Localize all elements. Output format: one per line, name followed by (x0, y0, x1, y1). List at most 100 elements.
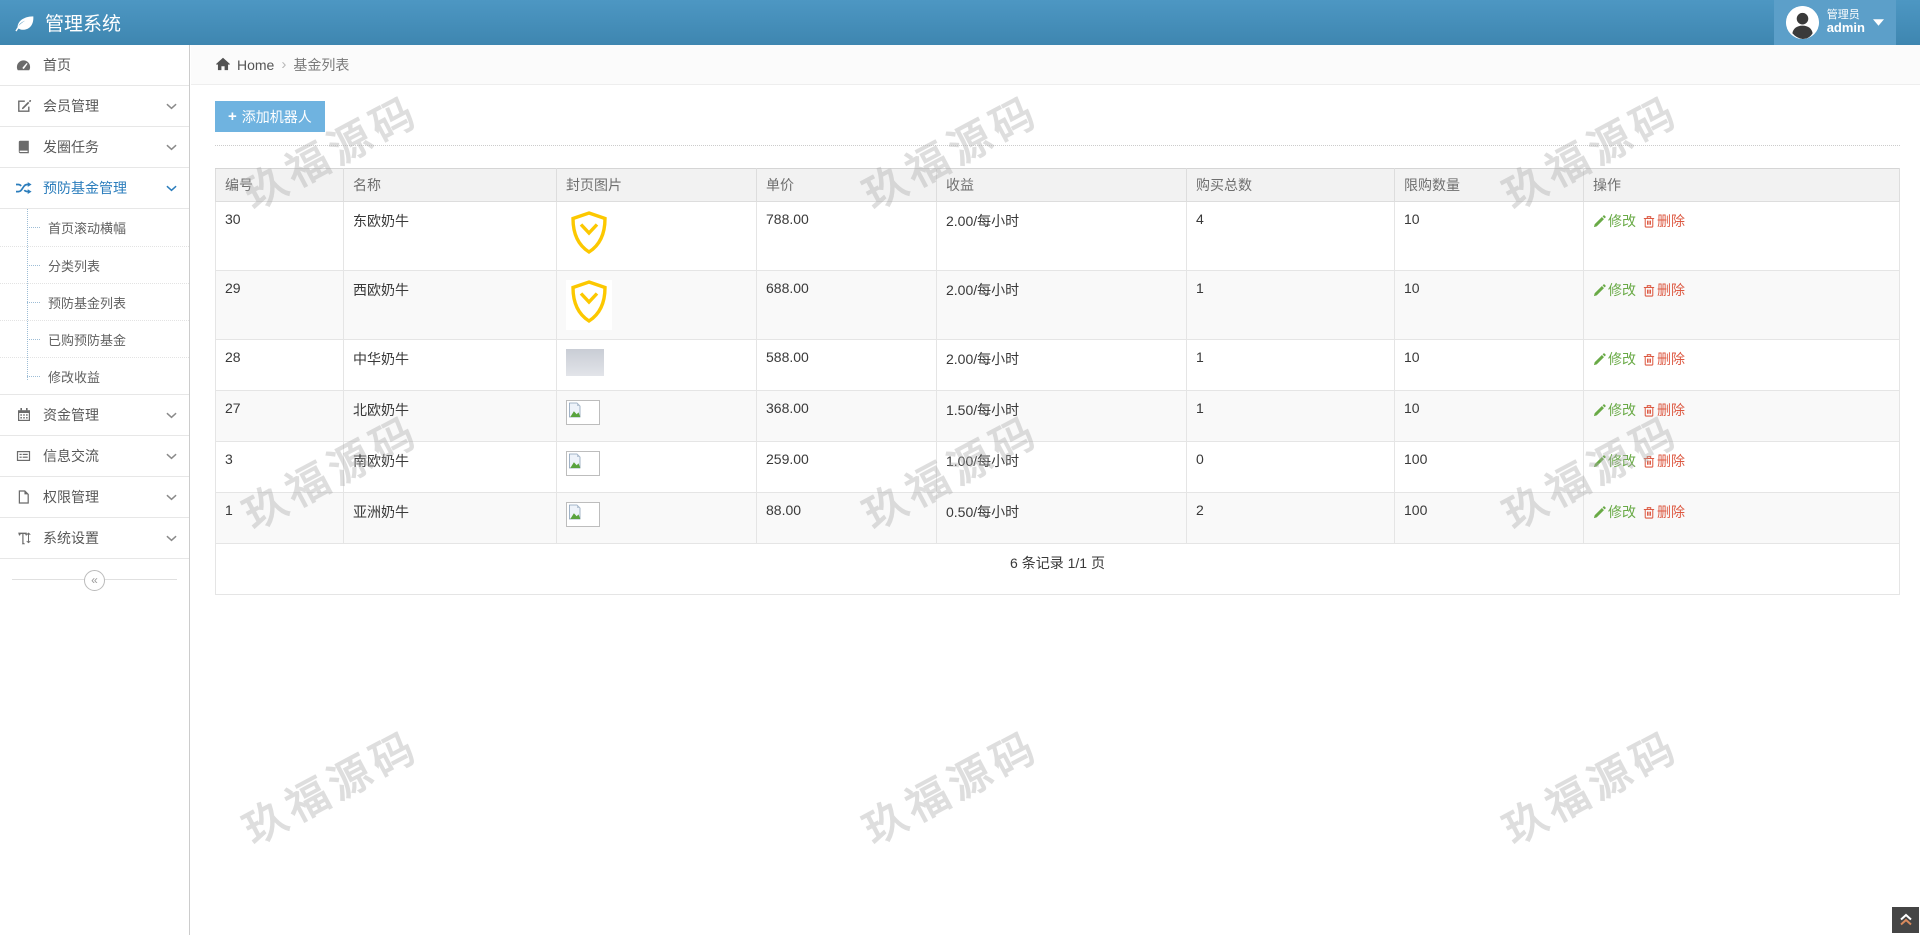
column-header: 单价 (757, 169, 937, 202)
cell-id: 1 (216, 493, 344, 544)
broken-image-icon (566, 502, 600, 527)
chevron-down-icon (1873, 19, 1884, 26)
cell-limit: 10 (1395, 391, 1584, 442)
calendar-icon (15, 407, 32, 423)
sidebar-submenu: 首页滚动横幅分类列表预防基金列表已购预防基金修改收益 (0, 209, 189, 395)
edit-link[interactable]: 修改 (1593, 211, 1636, 231)
cell-cover-image (557, 391, 757, 442)
file-icon (15, 489, 32, 505)
cell-profit: 2.00/每小时 (937, 340, 1187, 391)
sidebar-subitem[interactable]: 修改收益 (0, 357, 189, 394)
collapse-sidebar-button[interactable]: « (84, 570, 105, 591)
cell-cover-image (557, 271, 757, 340)
chevron-down-icon (166, 453, 177, 460)
column-header: 操作 (1584, 169, 1900, 202)
table-row: 1亚洲奶牛88.000.50/每小时2100修改删除 (216, 493, 1900, 544)
cell-price: 368.00 (757, 391, 937, 442)
cell-actions: 修改删除 (1584, 493, 1900, 544)
chevron-down-icon (166, 185, 177, 192)
add-robot-button[interactable]: + 添加机器人 (215, 101, 325, 132)
cell-price: 88.00 (757, 493, 937, 544)
edit-link[interactable]: 修改 (1593, 280, 1636, 300)
cell-name: 北欧奶牛 (344, 391, 557, 442)
cell-profit: 1.00/每小时 (937, 442, 1187, 493)
cell-limit: 10 (1395, 271, 1584, 340)
cell-purchased: 1 (1187, 271, 1395, 340)
sidebar-item-label: 资金管理 (43, 405, 155, 425)
delete-link[interactable]: 删除 (1643, 400, 1685, 420)
book-icon (15, 139, 32, 155)
breadcrumb-current: 基金列表 (293, 55, 349, 75)
chevron-down-icon (166, 494, 177, 501)
broken-image-icon (566, 451, 600, 476)
edit-link[interactable]: 修改 (1593, 349, 1636, 369)
cell-price: 259.00 (757, 442, 937, 493)
dotted-divider (215, 145, 1900, 146)
table-row: 3南欧奶牛259.001.00/每小时0100修改删除 (216, 442, 1900, 493)
fund-cover-shield-image (566, 211, 612, 261)
user-name: admin (1827, 21, 1865, 36)
column-header: 收益 (937, 169, 1187, 202)
edit-link[interactable]: 修改 (1593, 451, 1636, 471)
sidebar-item-5[interactable]: 信息交流 (0, 436, 189, 477)
column-header: 购买总数 (1187, 169, 1395, 202)
home-icon (215, 57, 231, 72)
sidebar-item-label: 系统设置 (43, 528, 155, 548)
sidebar-item-4[interactable]: 资金管理 (0, 395, 189, 436)
chevron-down-icon (166, 535, 177, 542)
delete-link[interactable]: 删除 (1643, 280, 1685, 300)
sidebar-item-3[interactable]: 预防基金管理 (0, 168, 189, 209)
sidebar-subitem[interactable]: 预防基金列表 (0, 283, 189, 320)
app-brand[interactable]: 管理系统 (0, 9, 121, 36)
user-menu[interactable]: 管理员 admin (1774, 0, 1896, 45)
avatar (1786, 6, 1819, 39)
broken-image-icon (566, 400, 600, 425)
cell-price: 788.00 (757, 202, 937, 271)
fund-cover-gray-image (566, 349, 604, 376)
cell-id: 27 (216, 391, 344, 442)
dashboard-icon (15, 57, 32, 73)
cell-limit: 10 (1395, 202, 1584, 271)
delete-link[interactable]: 删除 (1643, 349, 1685, 369)
fund-cover-shield-image (566, 280, 612, 330)
scroll-to-top-button[interactable] (1892, 907, 1919, 933)
column-header: 封页图片 (557, 169, 757, 202)
chevron-down-icon (166, 144, 177, 151)
cell-name: 中华奶牛 (344, 340, 557, 391)
cell-cover-image (557, 442, 757, 493)
sidebar-item-label: 权限管理 (43, 487, 155, 507)
edit-link[interactable]: 修改 (1593, 400, 1636, 420)
sidebar-subitem[interactable]: 已购预防基金 (0, 320, 189, 357)
edit-link[interactable]: 修改 (1593, 502, 1636, 522)
column-header: 编号 (216, 169, 344, 202)
sidebar-item-label: 会员管理 (43, 96, 155, 116)
content: + 添加机器人 编号名称封页图片单价收益购买总数限购数量操作 30东欧奶牛788… (191, 85, 1920, 595)
text-height-icon (15, 530, 32, 546)
cell-actions: 修改删除 (1584, 442, 1900, 493)
delete-link[interactable]: 删除 (1643, 211, 1685, 231)
column-header: 名称 (344, 169, 557, 202)
sidebar-item-label: 发圈任务 (43, 137, 155, 157)
delete-link[interactable]: 删除 (1643, 502, 1685, 522)
cell-cover-image (557, 340, 757, 391)
sidebar-item-label: 预防基金管理 (43, 178, 155, 198)
cell-limit: 10 (1395, 340, 1584, 391)
cell-actions: 修改删除 (1584, 340, 1900, 391)
cell-id: 28 (216, 340, 344, 391)
table-footer-row: 6 条记录 1/1 页 (216, 544, 1900, 595)
double-chevron-up-icon (1899, 913, 1913, 927)
sidebar-item-0[interactable]: 首页 (0, 45, 189, 86)
sidebar-subitem[interactable]: 分类列表 (0, 246, 189, 283)
sidebar-item-1[interactable]: 会员管理 (0, 86, 189, 127)
cell-profit: 2.00/每小时 (937, 271, 1187, 340)
sidebar-item-label: 首页 (43, 55, 177, 75)
delete-link[interactable]: 删除 (1643, 451, 1685, 471)
fund-table: 编号名称封页图片单价收益购买总数限购数量操作 30东欧奶牛788.002.00/… (215, 168, 1900, 595)
breadcrumb-home-link[interactable]: Home (215, 57, 274, 73)
table-row: 28中华奶牛588.002.00/每小时110修改删除 (216, 340, 1900, 391)
breadcrumb: Home › 基金列表 (191, 45, 1920, 85)
sidebar-item-6[interactable]: 权限管理 (0, 477, 189, 518)
sidebar-item-2[interactable]: 发圈任务 (0, 127, 189, 168)
sidebar-subitem[interactable]: 首页滚动横幅 (0, 209, 189, 246)
sidebar-item-7[interactable]: 系统设置 (0, 518, 189, 559)
